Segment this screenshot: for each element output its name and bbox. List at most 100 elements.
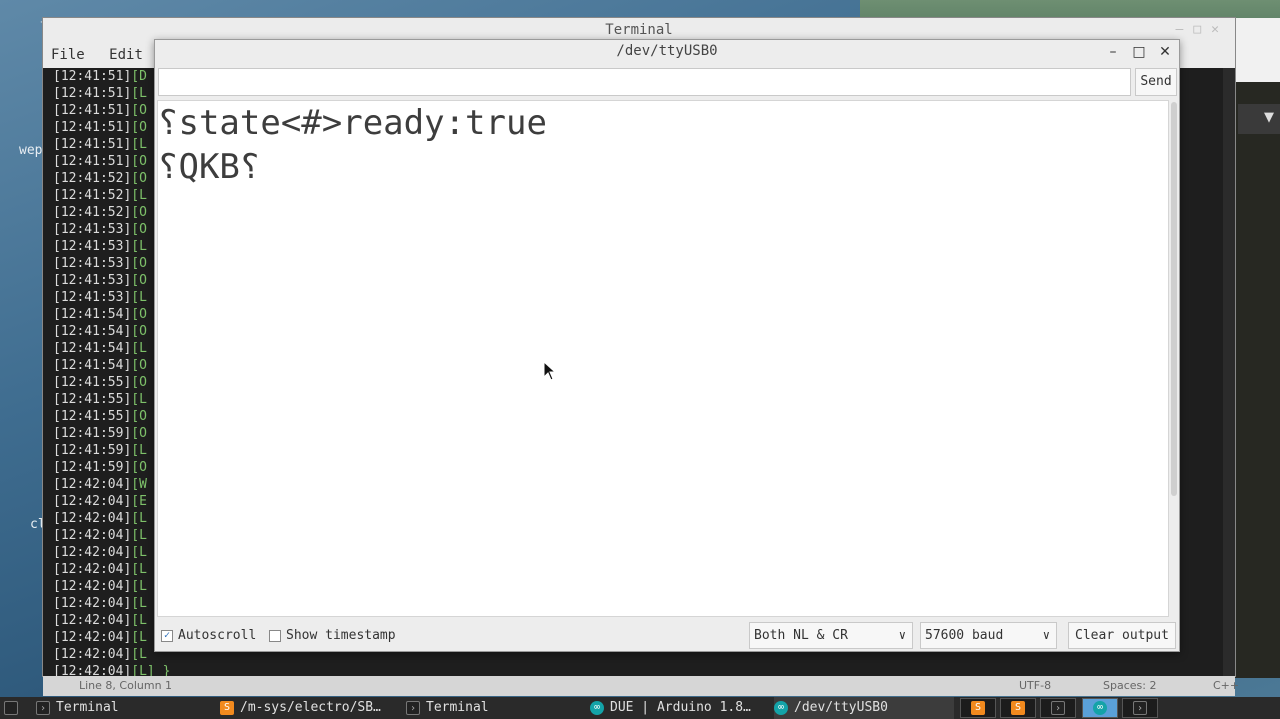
tray-sublime-button[interactable]: S bbox=[960, 698, 996, 718]
log-level: [O bbox=[131, 120, 147, 135]
log-timestamp: [12:42:04] bbox=[53, 562, 132, 577]
tray-arduino-button[interactable]: ∞ bbox=[1082, 698, 1118, 718]
status-line-col: Line 8, Column 1 bbox=[79, 679, 173, 692]
tray-terminal-button[interactable]: › bbox=[1040, 698, 1076, 718]
log-level: [L bbox=[131, 647, 147, 662]
maximize-icon[interactable]: □ bbox=[1129, 42, 1149, 62]
log-timestamp: [12:41:54] bbox=[53, 307, 132, 322]
log-timestamp: [12:42:04] bbox=[53, 477, 132, 492]
autoscroll-option[interactable]: ✓ Autoscroll bbox=[161, 628, 256, 643]
log-timestamp: [12:41:52] bbox=[53, 188, 132, 203]
log-level: [O bbox=[131, 256, 147, 271]
log-timestamp: [12:41:51] bbox=[53, 86, 132, 101]
menu-file[interactable]: File bbox=[43, 44, 93, 66]
log-level: [O bbox=[131, 358, 147, 373]
log-timestamp: [12:42:04] bbox=[53, 494, 132, 509]
chevron-down-icon: ∨ bbox=[898, 628, 906, 642]
taskbar: › Terminal S /m-sys/electro/SB… › Termin… bbox=[0, 697, 1280, 719]
serial-send-input[interactable] bbox=[158, 68, 1131, 96]
serial-monitor-window: /dev/ttyUSB0 – □ ✕ Send ⸮state<#>ready:t… bbox=[154, 39, 1180, 652]
log-timestamp: [12:42:04] bbox=[53, 545, 132, 560]
log-timestamp: [12:41:59] bbox=[53, 443, 132, 458]
status-language[interactable]: C++ bbox=[1213, 679, 1239, 692]
serial-output-line: ⸮QKB⸮ bbox=[158, 147, 261, 187]
log-timestamp: [12:41:54] bbox=[53, 324, 132, 339]
log-level: [L bbox=[131, 239, 147, 254]
desktop-icon bbox=[4, 701, 18, 715]
log-timestamp: [12:42:04] bbox=[53, 596, 132, 611]
baud-rate-select[interactable]: 57600 baud ∨ bbox=[920, 622, 1057, 649]
log-timestamp: [12:41:51] bbox=[53, 120, 132, 135]
terminal-icon: › bbox=[36, 701, 50, 715]
log-timestamp: [12:41:55] bbox=[53, 392, 132, 407]
taskbar-item-terminal-2[interactable]: › Terminal bbox=[406, 697, 584, 719]
log-level: [O bbox=[131, 375, 147, 390]
taskbar-item-terminal[interactable]: › Terminal bbox=[36, 697, 212, 719]
status-encoding[interactable]: UTF-8 bbox=[1019, 679, 1051, 692]
log-level: [L bbox=[131, 137, 147, 152]
autoscroll-checkbox[interactable]: ✓ bbox=[161, 629, 173, 642]
show-desktop-button[interactable] bbox=[0, 697, 22, 719]
log-level: [L bbox=[131, 188, 147, 203]
log-level: [O bbox=[131, 222, 147, 237]
log-level: [L bbox=[131, 341, 147, 356]
log-timestamp: [12:41:59] bbox=[53, 426, 132, 441]
log-timestamp: [12:42:04] bbox=[53, 664, 132, 676]
taskbar-item-label: Terminal bbox=[426, 700, 489, 715]
log-timestamp: [12:42:04] bbox=[53, 613, 132, 628]
terminal-title: Terminal bbox=[605, 22, 673, 38]
log-level: [E bbox=[131, 494, 147, 509]
desktop-label: wep bbox=[19, 143, 43, 158]
serial-controls-bar: ✓ Autoscroll Show timestamp Both NL & CR… bbox=[155, 620, 1179, 652]
arduino-icon: ∞ bbox=[590, 701, 604, 715]
log-timestamp: [12:41:53] bbox=[53, 290, 132, 305]
editor-tab-overflow[interactable]: ▼ bbox=[1238, 104, 1280, 134]
taskbar-item-sublime[interactable]: S /m-sys/electro/SB… bbox=[220, 697, 398, 719]
window-controls: – □ ✕ bbox=[1103, 42, 1175, 62]
taskbar-item-serial-monitor[interactable]: ∞ /dev/ttyUSB0 bbox=[774, 697, 954, 719]
tray-sublime-button-2[interactable]: S bbox=[1000, 698, 1036, 718]
baud-rate-value: 57600 baud bbox=[925, 628, 1004, 643]
line-ending-value: Both NL & CR bbox=[754, 628, 848, 643]
serial-output-area[interactable]: ⸮state<#>ready:true ⸮QKB⸮ bbox=[157, 100, 1169, 617]
send-button[interactable]: Send bbox=[1135, 68, 1177, 96]
log-timestamp: [12:41:52] bbox=[53, 171, 132, 186]
close-icon[interactable]: ✕ bbox=[1155, 42, 1175, 62]
terminal-window-controls[interactable]: –□✕ bbox=[1176, 18, 1229, 42]
clear-output-button[interactable]: Clear output bbox=[1068, 622, 1176, 649]
menu-edit[interactable]: Edit bbox=[101, 44, 151, 66]
log-timestamp: [12:41:55] bbox=[53, 375, 132, 390]
log-level: [O bbox=[131, 273, 147, 288]
log-level: [O bbox=[131, 154, 147, 169]
autoscroll-label: Autoscroll bbox=[178, 628, 257, 643]
tray-terminal-button-2[interactable]: › bbox=[1122, 698, 1158, 718]
log-timestamp: [12:41:51] bbox=[53, 154, 132, 169]
log-level: [L bbox=[131, 528, 147, 543]
log-level: [O bbox=[131, 409, 147, 424]
line-ending-select[interactable]: Both NL & CR ∨ bbox=[749, 622, 913, 649]
log-timestamp: [12:41:59] bbox=[53, 460, 132, 475]
timestamp-checkbox[interactable] bbox=[269, 629, 281, 642]
log-level: [O bbox=[131, 426, 147, 441]
chevron-down-icon[interactable]: ▼ bbox=[1264, 110, 1274, 125]
status-indent[interactable]: Spaces: 2 bbox=[1103, 679, 1156, 692]
editor-statusbar: Line 8, Column 1 UTF-8 Spaces: 2 C++ bbox=[43, 676, 1239, 696]
serial-output-line: ⸮state<#>ready:true bbox=[158, 103, 547, 143]
log-level: [L bbox=[131, 545, 147, 560]
sublime-icon: S bbox=[220, 701, 234, 715]
log-level: [L bbox=[131, 613, 147, 628]
log-timestamp: [12:41:54] bbox=[53, 341, 132, 356]
serial-scrollbar[interactable] bbox=[1171, 102, 1177, 496]
log-level: [W bbox=[131, 477, 147, 492]
sublime-icon: S bbox=[1011, 701, 1025, 715]
timestamp-option[interactable]: Show timestamp bbox=[269, 628, 396, 643]
minimize-icon[interactable]: – bbox=[1103, 42, 1123, 62]
log-timestamp: [12:41:54] bbox=[53, 358, 132, 373]
terminal-icon: › bbox=[1051, 701, 1065, 715]
taskbar-item-arduino[interactable]: ∞ DUE | Arduino 1.8… bbox=[590, 697, 768, 719]
log-level: [O bbox=[131, 171, 147, 186]
log-level: [L bbox=[131, 562, 147, 577]
log-level: [O bbox=[131, 460, 147, 475]
log-timestamp: [12:41:52] bbox=[53, 205, 132, 220]
log-level: [L] } bbox=[131, 664, 171, 676]
